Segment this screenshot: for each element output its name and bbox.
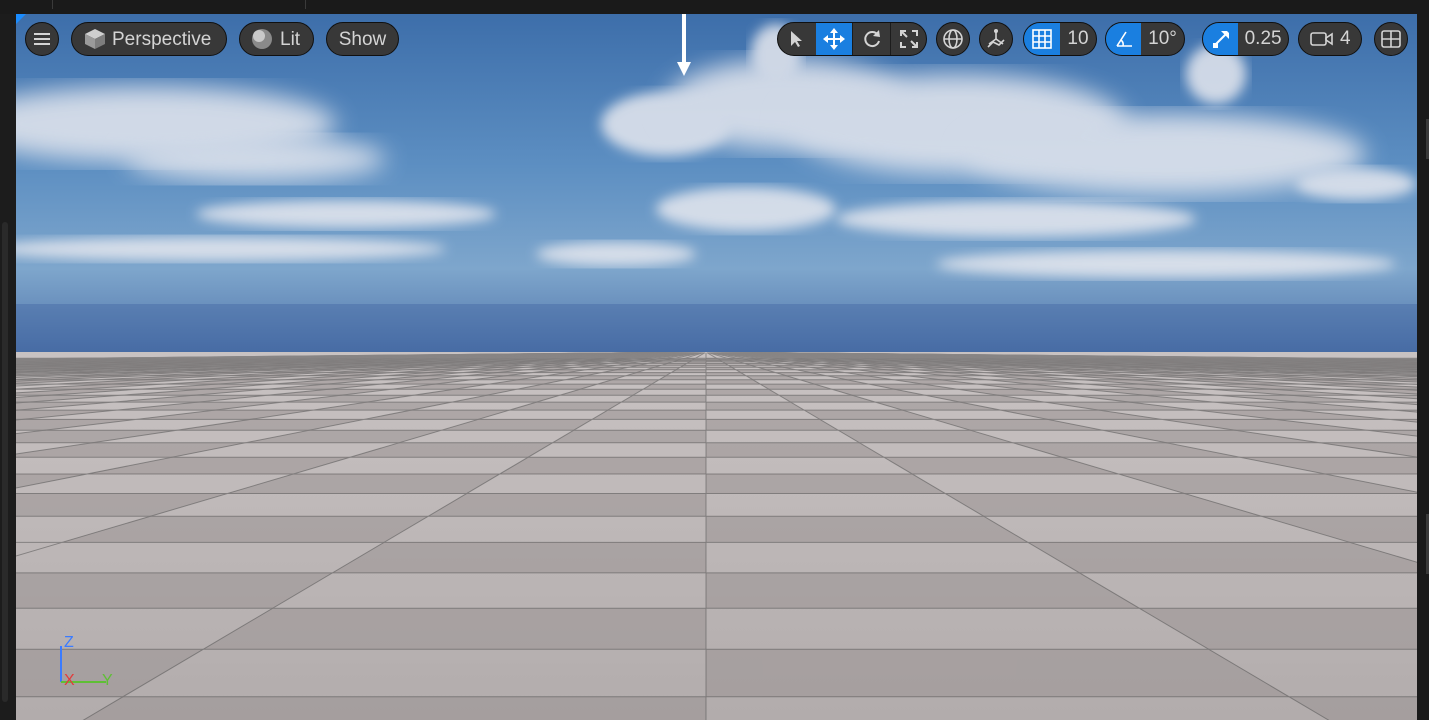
view-mode-button[interactable]: Perspective	[71, 22, 227, 56]
camera-speed-value: 4	[1340, 28, 1351, 49]
viewport-layout-button[interactable]	[1374, 22, 1408, 56]
perspective-cube-icon	[85, 29, 105, 49]
camera-speed-button[interactable]: 4	[1298, 22, 1362, 56]
select-mode-button[interactable]	[778, 23, 816, 55]
grid-snap-value: 10	[1067, 28, 1089, 49]
scale-snap-toggle[interactable]	[1203, 23, 1239, 55]
show-flags-button[interactable]: Show	[326, 22, 399, 56]
world-space-icon	[943, 29, 963, 49]
lighting-mode-button[interactable]: Lit	[239, 22, 314, 56]
rotation-snap-toggle[interactable]	[1106, 23, 1142, 55]
level-viewport[interactable]: Perspective Lit Show 10 10° 0.25 4 Z X Y	[16, 14, 1417, 720]
grid-snap-value-dropdown[interactable]: 10	[1060, 23, 1096, 55]
axis-z-label: Z	[64, 634, 74, 651]
grid-snap-group: 10	[1023, 22, 1097, 56]
editor-top-strip	[0, 0, 1429, 14]
scale-snap-icon	[1212, 31, 1229, 48]
editor-tab-edge	[53, 0, 306, 9]
viewport-active-indicator	[16, 14, 26, 24]
editor-tab-edge	[0, 0, 53, 9]
select-arrow-icon	[791, 31, 802, 47]
layout-icon	[1381, 30, 1401, 48]
rotation-snap-value-dropdown[interactable]: 10°	[1141, 23, 1184, 55]
left-scrollbar[interactable]	[2, 222, 8, 702]
view-mode-label: Perspective	[112, 28, 212, 50]
lit-sphere-icon	[252, 29, 272, 49]
grid-snap-icon	[1032, 29, 1052, 49]
scale-snap-value: 0.25	[1244, 28, 1282, 49]
menu-icon	[34, 33, 50, 45]
transform-tools-group	[777, 22, 927, 56]
lighting-mode-label: Lit	[280, 28, 301, 50]
translate-mode-button[interactable]	[816, 23, 852, 55]
scene-render	[16, 14, 1417, 720]
rotation-snap-icon	[1115, 31, 1132, 47]
camera-speed-icon	[1310, 32, 1333, 46]
scale-snap-value-dropdown[interactable]: 0.25	[1238, 23, 1288, 55]
rotate-icon	[863, 30, 880, 48]
left-rail	[0, 14, 16, 720]
scale-icon	[899, 30, 918, 48]
rotation-snap-group: 10°	[1105, 22, 1185, 56]
translate-icon	[823, 28, 845, 50]
right-rail	[1417, 14, 1429, 720]
rotate-mode-button[interactable]	[852, 23, 890, 55]
viewport-menu-button[interactable]	[25, 22, 59, 56]
rotation-snap-value: 10°	[1148, 28, 1177, 49]
axis-y-label: Y	[102, 672, 113, 689]
coordinate-system-button[interactable]	[936, 22, 970, 56]
grid-snap-toggle[interactable]	[1024, 23, 1060, 55]
axis-gizmo: Z X Y	[54, 634, 124, 694]
show-label: Show	[338, 28, 387, 50]
surface-snap-icon	[987, 29, 1005, 48]
surface-snapping-button[interactable]	[979, 22, 1013, 56]
axis-x-label: X	[64, 672, 75, 689]
scale-snap-group: 0.25	[1202, 22, 1289, 56]
scale-mode-button[interactable]	[890, 23, 926, 55]
